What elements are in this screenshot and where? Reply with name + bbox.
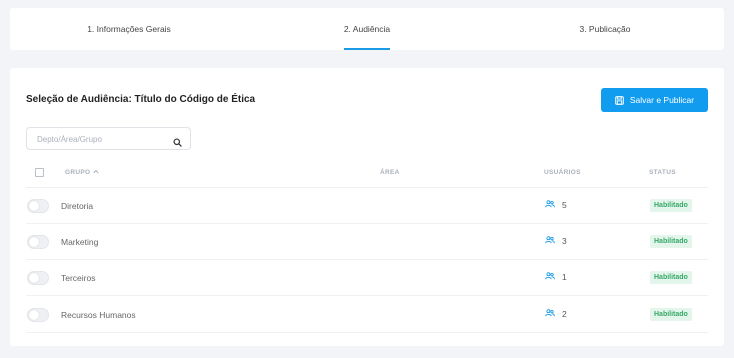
users-cell: 5 <box>545 200 567 210</box>
column-header-grupo[interactable]: GRUPO <box>65 169 99 176</box>
page-title: Seleção de Audiência: Título do Código d… <box>26 94 256 105</box>
table-row: Marketing 3 Habilitado <box>26 224 708 260</box>
row-toggle[interactable] <box>27 235 49 249</box>
step-label: 3. Publicação <box>579 24 631 34</box>
grupo-name: Marketing <box>61 237 99 247</box>
users-cell: 1 <box>545 272 567 282</box>
users-icon <box>545 309 555 319</box>
search-box <box>26 127 191 150</box>
stepper: 1. Informações Gerais 2. Audiência 3. Pu… <box>10 8 724 50</box>
status-badge: Habilitado <box>650 199 692 212</box>
users-count: 5 <box>562 200 567 210</box>
search-icon[interactable] <box>173 134 182 152</box>
select-all-checkbox[interactable] <box>35 168 44 177</box>
row-toggle[interactable] <box>27 308 49 322</box>
grupo-name: Diretoria <box>61 201 94 211</box>
table-row: Recursos Humanos 2 Habilitado <box>26 297 708 333</box>
users-cell: 2 <box>545 309 567 319</box>
status-badge: Habilitado <box>650 308 692 321</box>
users-icon <box>545 272 555 282</box>
column-header-area[interactable]: ÁREA <box>380 169 400 176</box>
step-audiencia[interactable]: 2. Audiência <box>248 8 486 50</box>
users-count: 3 <box>562 236 567 246</box>
users-count: 1 <box>562 272 567 282</box>
save-icon <box>615 95 624 105</box>
step-label: 2. Audiência <box>343 24 391 34</box>
status-badge: Habilitado <box>650 235 692 248</box>
users-cell: 3 <box>545 236 567 246</box>
column-header-status[interactable]: STATUS <box>649 169 676 176</box>
table-header: GRUPO ÁREA USUÁRIOS STATUS <box>26 164 708 188</box>
users-icon <box>545 200 555 210</box>
save-and-publish-button[interactable]: Salvar e Publicar <box>601 88 708 112</box>
save-and-publish-label: Salvar e Publicar <box>629 95 695 105</box>
users-count: 2 <box>562 309 567 319</box>
audience-card: Seleção de Audiência: Título do Código d… <box>10 68 724 346</box>
table-row: Terceiros 1 Habilitado <box>26 260 708 296</box>
grupo-name: Recursos Humanos <box>61 310 136 320</box>
row-toggle[interactable] <box>27 199 49 213</box>
column-header-label: GRUPO <box>65 169 91 176</box>
grupo-name: Terceiros <box>61 273 96 283</box>
chevron-up-icon <box>93 169 99 176</box>
search-input[interactable] <box>37 132 167 146</box>
column-header-usuarios[interactable]: USUÁRIOS <box>544 169 581 176</box>
status-badge: Habilitado <box>650 271 692 284</box>
step-publicacao[interactable]: 3. Publicação <box>486 8 724 50</box>
step-informacoes-gerais[interactable]: 1. Informações Gerais <box>10 8 248 50</box>
users-icon <box>545 236 555 246</box>
step-label: 1. Informações Gerais <box>87 24 171 34</box>
row-toggle[interactable] <box>27 271 49 285</box>
table-row: Diretoria 5 Habilitado <box>26 188 708 224</box>
